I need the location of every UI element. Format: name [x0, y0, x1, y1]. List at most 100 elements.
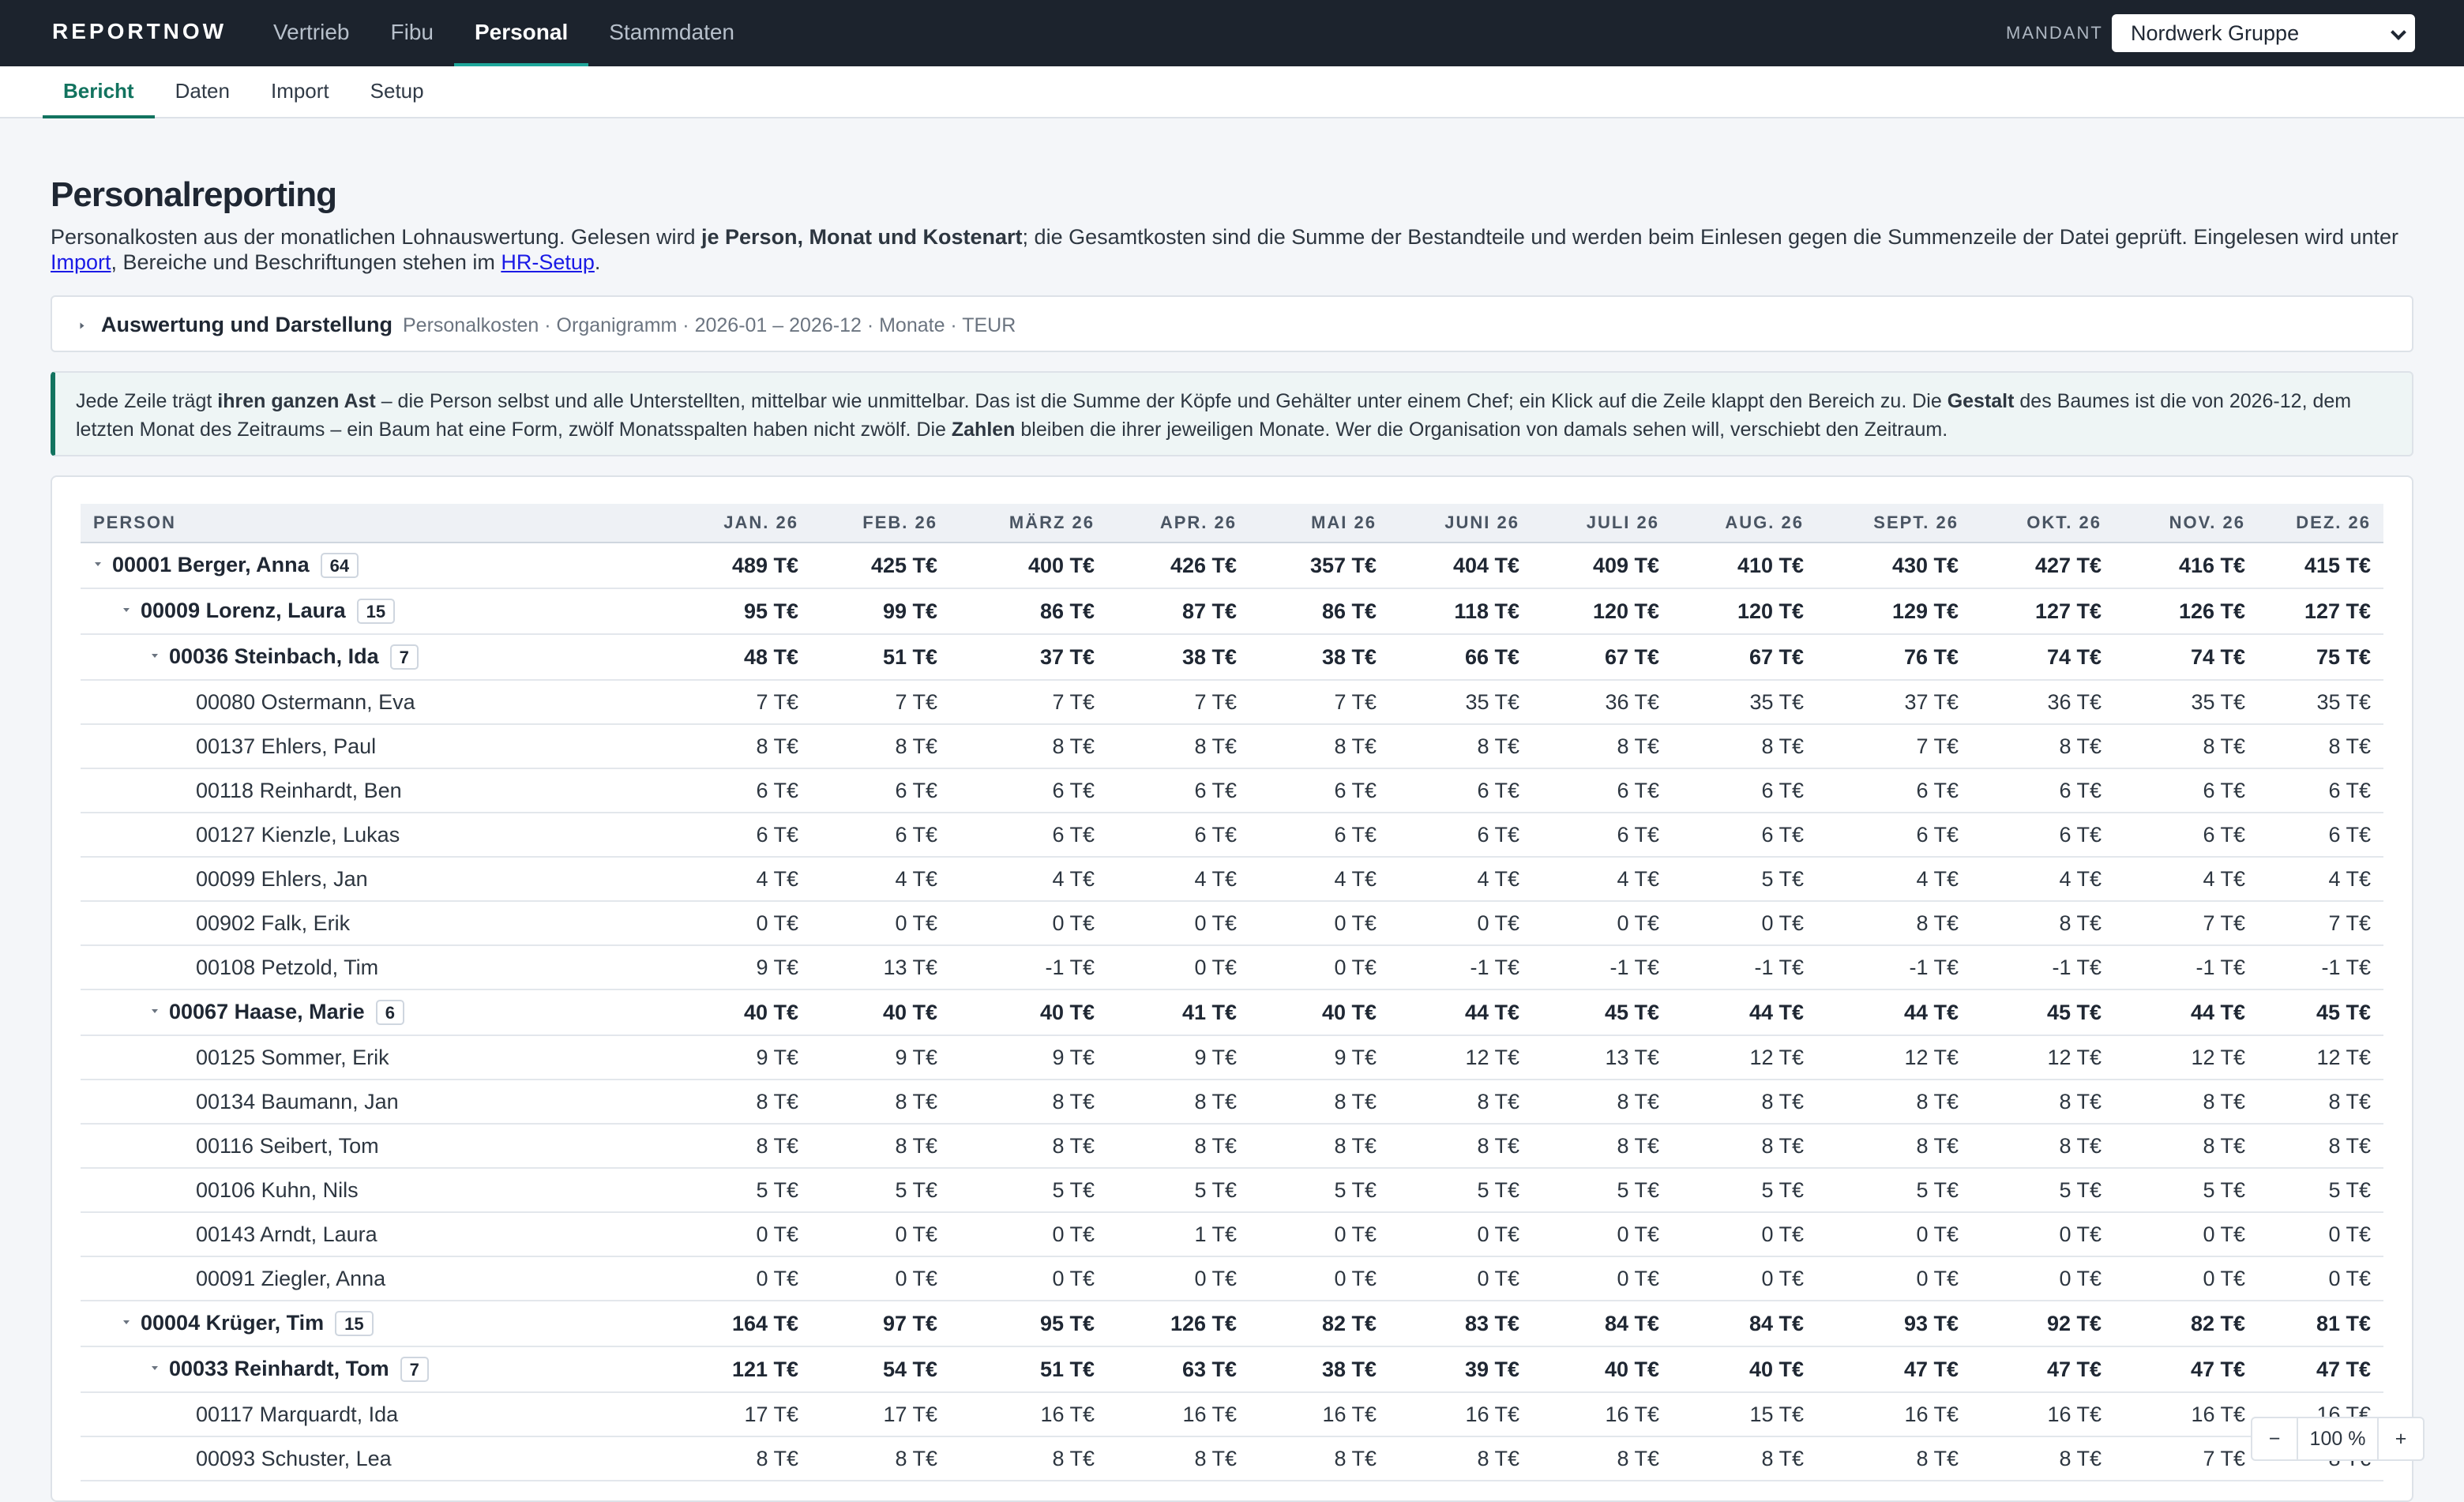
zoom-in-button[interactable]: +: [2379, 1418, 2423, 1459]
intro-bold-1: je Person, Monat und Kostenart: [701, 225, 1023, 249]
value-cell: 6 T€: [2258, 813, 2383, 858]
tab-bericht[interactable]: Bericht: [43, 66, 155, 118]
value-cell: 6 T€: [2114, 813, 2258, 858]
value-cell: 16 T€: [2114, 1392, 2258, 1437]
value-cell: 8 T€: [2114, 1124, 2258, 1169]
value-cell: 0 T€: [1249, 945, 1389, 990]
column-header[interactable]: APR. 26: [1107, 504, 1249, 543]
value-cell: 54 T€: [811, 1346, 950, 1393]
person-name: 00033 Reinhardt, Tom: [169, 1356, 389, 1380]
nav-vertrieb[interactable]: Vertrieb: [253, 0, 370, 66]
value-cell: 97 T€: [811, 1301, 950, 1347]
collapse-toggle-icon[interactable]: [123, 607, 130, 612]
table-group-row[interactable]: 00004 Krüger, Tim 15 164 T€ 97 T€ 95 T€ 126 T…: [81, 1301, 2383, 1347]
value-cell: 8 T€: [1672, 724, 1816, 769]
value-cell: 75 T€: [2258, 634, 2383, 681]
column-header[interactable]: JAN. 26: [668, 504, 811, 543]
page-title: Personalreporting: [51, 175, 337, 214]
table-group-row[interactable]: 00067 Haase, Marie 6 40 T€ 40 T€ 40 T€ 41 T€ 4…: [81, 989, 2383, 1036]
tab-setup[interactable]: Setup: [350, 66, 445, 118]
value-cell: 0 T€: [1816, 1256, 1971, 1301]
value-cell: 38 T€: [1249, 634, 1389, 681]
value-cell: 6 T€: [1389, 768, 1532, 813]
page-intro: Personalkosten aus der monatlichen Lohna…: [51, 224, 2420, 275]
value-cell: 0 T€: [1532, 901, 1672, 946]
value-cell: 9 T€: [668, 1035, 811, 1080]
table-row: 00134 Baumann, Jan 8 T€ 8 T€ 8 T€ 8 T€ 8 T€ 8 …: [81, 1080, 2383, 1125]
column-header[interactable]: FEB. 26: [811, 504, 950, 543]
mandant-select[interactable]: Nordwerk Gruppe: [2110, 13, 2417, 54]
value-cell: 8 T€: [1532, 1124, 1672, 1169]
top-navbar: REPORTNOW Vertrieb Fibu Personal Stammda…: [0, 0, 2464, 66]
chevron-down-icon: [2391, 24, 2406, 40]
value-cell: 0 T€: [1816, 1212, 1971, 1257]
tab-import[interactable]: Import: [250, 66, 350, 118]
value-cell: 9 T€: [950, 1035, 1107, 1080]
column-header[interactable]: MÄRZ 26: [950, 504, 1107, 543]
collapse-toggle-icon[interactable]: [152, 1008, 158, 1013]
column-header[interactable]: OKT. 26: [1971, 504, 2114, 543]
value-cell: 92 T€: [1971, 1301, 2114, 1347]
column-header[interactable]: JUNI 26: [1389, 504, 1532, 543]
value-cell: 95 T€: [668, 588, 811, 635]
value-cell: 0 T€: [950, 1256, 1107, 1301]
note-text-2: – die Person selbst und alle Unterstellt…: [375, 390, 1948, 412]
headcount-badge: 15: [335, 1311, 374, 1337]
value-cell: 6 T€: [1249, 768, 1389, 813]
value-cell: 4 T€: [1532, 857, 1672, 902]
value-cell: 126 T€: [2114, 588, 2258, 635]
value-cell: 8 T€: [1971, 1080, 2114, 1125]
nav-fibu[interactable]: Fibu: [370, 0, 454, 66]
person-cell: 00099 Ehlers, Jan: [81, 857, 668, 902]
value-cell: 6 T€: [950, 813, 1107, 858]
value-cell: 84 T€: [1672, 1301, 1816, 1347]
column-header[interactable]: PERSON: [81, 504, 668, 543]
column-header[interactable]: SEPT. 26: [1816, 504, 1971, 543]
table-group-row[interactable]: 00036 Steinbach, Ida 7 48 T€ 51 T€ 37 T€ 38 T…: [81, 634, 2383, 681]
table-group-row[interactable]: 00009 Lorenz, Laura 15 95 T€ 99 T€ 86 T€ 87 T…: [81, 588, 2383, 635]
value-cell: 47 T€: [1971, 1346, 2114, 1393]
table-row: 00117 Marquardt, Ida 17 T€ 17 T€ 16 T€ 16 T€…: [81, 1392, 2383, 1437]
value-cell: 118 T€: [1389, 588, 1532, 635]
collapse-toggle-icon[interactable]: [152, 1365, 158, 1370]
column-header[interactable]: MAI 26: [1249, 504, 1389, 543]
value-cell: 8 T€: [1107, 1436, 1249, 1481]
value-cell: -1 T€: [1971, 945, 2114, 990]
value-cell: 0 T€: [1389, 901, 1532, 946]
value-cell: 8 T€: [811, 724, 950, 769]
value-cell: 36 T€: [1971, 680, 2114, 725]
value-cell: 44 T€: [2114, 989, 2258, 1036]
hr-setup-link[interactable]: HR-Setup: [501, 250, 595, 274]
zoom-out-button[interactable]: −: [2252, 1418, 2297, 1459]
import-link[interactable]: Import: [51, 250, 111, 274]
person-name: 00009 Lorenz, Laura: [141, 598, 346, 622]
table-body: 00001 Berger, Anna 64 489 T€ 425 T€ 400 T€ 42…: [81, 543, 2383, 1481]
app-logo[interactable]: REPORTNOW: [52, 19, 227, 44]
column-header[interactable]: AUG. 26: [1672, 504, 1816, 543]
value-cell: 5 T€: [1816, 1168, 1971, 1213]
value-cell: -1 T€: [1389, 945, 1532, 990]
table-group-row[interactable]: 00033 Reinhardt, Tom 7 121 T€ 54 T€ 51 T€ 63 …: [81, 1346, 2383, 1393]
column-header[interactable]: DEZ. 26: [2258, 504, 2383, 543]
nav-stammdaten[interactable]: Stammdaten: [588, 0, 755, 66]
collapse-toggle-icon[interactable]: [95, 561, 101, 566]
collapse-toggle-icon[interactable]: [152, 653, 158, 658]
nav-personal[interactable]: Personal: [453, 0, 589, 66]
intro-text-1: Personalkosten aus der monatlichen Lohna…: [51, 225, 701, 249]
value-cell: 8 T€: [1389, 1080, 1532, 1125]
column-header[interactable]: NOV. 26: [2114, 504, 2258, 543]
settings-panel[interactable]: Auswertung und Darstellung Personalkoste…: [51, 295, 2413, 352]
value-cell: 51 T€: [950, 1346, 1107, 1393]
table-group-row[interactable]: 00001 Berger, Anna 64 489 T€ 425 T€ 400 T€ 42…: [81, 543, 2383, 589]
value-cell: 8 T€: [1816, 1080, 1971, 1125]
value-cell: 8 T€: [1532, 1436, 1672, 1481]
value-cell: 16 T€: [1532, 1392, 1672, 1437]
value-cell: 37 T€: [950, 634, 1107, 681]
column-header[interactable]: JULI 26: [1532, 504, 1672, 543]
value-cell: 0 T€: [2258, 1212, 2383, 1257]
tab-daten[interactable]: Daten: [155, 66, 250, 118]
collapse-toggle-icon[interactable]: [123, 1320, 130, 1324]
value-cell: 41 T€: [1107, 989, 1249, 1036]
value-cell: 6 T€: [1389, 813, 1532, 858]
person-cell: 00143 Arndt, Laura: [81, 1212, 668, 1257]
